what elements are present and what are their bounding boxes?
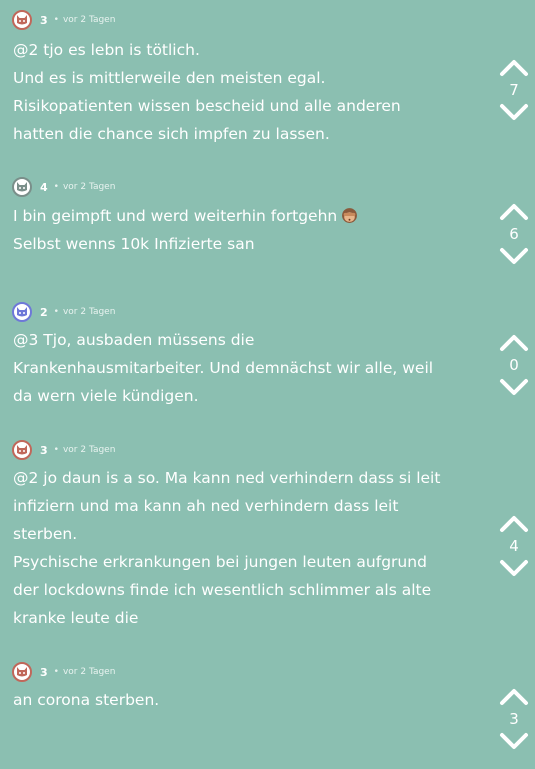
cat-face-icon [17,667,27,677]
comment-line: Krankenhausmitarbeiter. Und demnächst wi… [13,359,434,377]
separator-dot: • [53,307,59,317]
timestamp: vor 2 Tagen [62,445,116,455]
vote-widget: 0 [496,331,532,399]
vote-count: 3 [509,710,519,728]
comment-line: @3 Tjo, ausbaden müssens die [13,331,255,349]
avatar[interactable] [12,662,32,682]
comment-line: sterben. [13,525,78,543]
separator-dot: • [53,15,59,25]
separator-dot: • [53,182,59,192]
author-name[interactable]: 3 [40,14,48,27]
downvote-button[interactable] [496,375,532,399]
author-name[interactable]: 2 [40,306,48,319]
comment-line: I bin geimpft und werd weiterhin fortgeh… [13,207,338,225]
comment-line: kranke leute die [13,609,139,627]
upvote-button[interactable] [496,512,532,536]
comment-line: @2 tjo es lebn is tötlich. [13,41,200,59]
comment-text: an corona sterben. [13,686,473,714]
avatar[interactable] [12,440,32,460]
avatar[interactable] [12,302,32,322]
avatar[interactable] [12,10,32,30]
comment-text: @2 tjo es lebn is tötlich. Und es is mit… [13,36,473,148]
comment-line: da wern viele kündigen. [13,387,199,405]
upvote-button[interactable] [496,331,532,355]
vote-widget: 3 [496,685,532,753]
author-name[interactable]: 4 [40,181,48,194]
vote-count: 7 [509,81,519,99]
vote-count: 6 [509,225,519,243]
avatar[interactable] [12,177,32,197]
vote-widget: 4 [496,512,532,580]
cat-face-icon [17,182,27,192]
comment-text: I bin geimpft und werd weiterhin fortgeh… [13,202,473,258]
downvote-button[interactable] [496,100,532,124]
vote-count: 0 [509,356,519,374]
vote-count: 4 [509,537,519,555]
comment-meta: 2 • vor 2 Tagen [12,302,115,322]
downvote-button[interactable] [496,729,532,753]
downvote-button[interactable] [496,556,532,580]
upvote-button[interactable] [496,56,532,80]
vote-widget: 7 [496,56,532,124]
comment-line: Psychische erkrankungen bei jungen leute… [13,553,427,571]
downvote-button[interactable] [496,244,532,268]
author-name[interactable]: 3 [40,444,48,457]
separator-dot: • [53,445,59,455]
cat-face-icon [17,445,27,455]
upvote-button[interactable] [496,685,532,709]
cat-face-icon [17,307,27,317]
comment-text: @3 Tjo, ausbaden müssens die Krankenhaus… [13,326,473,410]
upvote-button[interactable] [496,200,532,224]
comment-text: @2 jo daun is a so. Ma kann ned verhinde… [13,464,473,632]
cat-face-icon [17,15,27,25]
comment-line: hatten die chance sich impfen zu lassen. [13,125,330,143]
comment-meta: 3 • vor 2 Tagen [12,10,115,30]
comment-line: infiziern und ma kann ah ned verhindern … [13,497,399,515]
timestamp: vor 2 Tagen [62,15,116,25]
comment-line: Und es is mittlerweile den meisten egal. [13,69,326,87]
see-no-evil-monkey-icon [342,208,358,223]
comment-line: der lockdowns finde ich wesentlich schli… [13,581,432,599]
timestamp: vor 2 Tagen [62,182,116,192]
timestamp: vor 2 Tagen [62,307,116,317]
comment-meta: 3 • vor 2 Tagen [12,662,115,682]
comment-line: @2 jo daun is a so. Ma kann ned verhinde… [13,469,441,487]
comment-line: Selbst wenns 10k Infizierte san [13,235,255,253]
comment-line: an corona sterben. [13,691,160,709]
comment-line: Risikopatienten wissen bescheid und alle… [13,97,401,115]
timestamp: vor 2 Tagen [62,667,116,677]
comment-line-wrap: I bin geimpft und werd weiterhin fortgeh… [13,202,473,230]
comment-meta: 3 • vor 2 Tagen [12,440,115,460]
comment-meta: 4 • vor 2 Tagen [12,177,115,197]
vote-widget: 6 [496,200,532,268]
separator-dot: • [53,667,59,677]
author-name[interactable]: 3 [40,666,48,679]
